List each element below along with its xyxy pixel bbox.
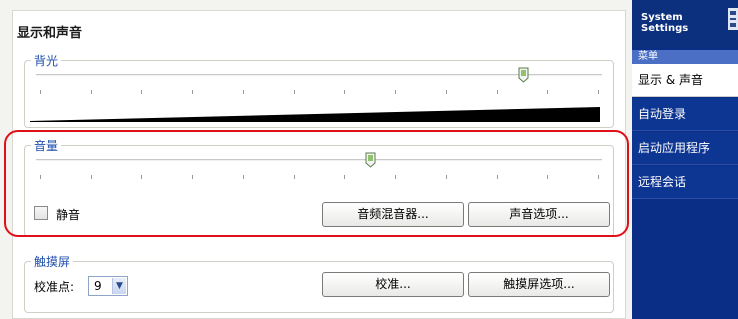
sidebar-title-line2: Settings (641, 23, 689, 34)
settings-main-area: 显示和声音 背光 音量 静音 音频混音器... 声音选项... 触摸屏 校准点:… (0, 0, 632, 319)
slider-tick (344, 90, 346, 94)
page-title: 显示和声音 (17, 26, 83, 41)
calibration-points-value: 9 (94, 279, 102, 293)
sidebar-item-startup-apps[interactable]: 启动应用程序 (632, 132, 738, 165)
touchscreen-legend: 触摸屏 (31, 253, 74, 270)
slider-tick (445, 90, 447, 94)
chevron-down-icon[interactable]: ▼ (112, 278, 126, 294)
slider-tick (395, 90, 397, 94)
slider-tick (496, 90, 498, 94)
sidebar-item-remote-session[interactable]: 远程会话 (632, 166, 738, 199)
sidebar-title: System Settings (641, 12, 701, 34)
volume-highlight-outline (4, 130, 629, 237)
touchscreen-options-button[interactable]: 触摸屏选项... (468, 272, 610, 297)
calibrate-button[interactable]: 校准... (322, 272, 464, 297)
slider-tick (192, 90, 194, 94)
backlight-slider-thumb[interactable] (518, 67, 529, 83)
slider-tick (242, 90, 244, 94)
slider-tick (90, 90, 92, 94)
calibration-points-label: 校准点: (34, 280, 75, 294)
sidebar-item-display-sound[interactable]: 显示 & 声音 (632, 64, 738, 97)
slider-tick (293, 90, 295, 94)
slider-tick (547, 90, 549, 94)
sidebar-title-line1: System (641, 12, 683, 23)
sidebar-header: System Settings (632, 0, 738, 48)
slider-tick (141, 90, 143, 94)
sidebar-menu-label: 菜单 (632, 50, 738, 64)
settings-app-icon (728, 8, 738, 30)
calibration-points-select[interactable]: 9 ▼ (88, 276, 128, 296)
backlight-legend: 背光 (31, 52, 62, 69)
sidebar-item-auto-login[interactable]: 自动登录 (632, 98, 738, 131)
sidebar-empty-area (632, 200, 738, 319)
system-settings-sidebar: System Settings 菜单 显示 & 声音 自动登录 启动应用程序 远… (632, 0, 738, 319)
backlight-level-wedge (30, 107, 600, 122)
slider-tick (40, 90, 41, 94)
slider-tick (598, 90, 599, 94)
